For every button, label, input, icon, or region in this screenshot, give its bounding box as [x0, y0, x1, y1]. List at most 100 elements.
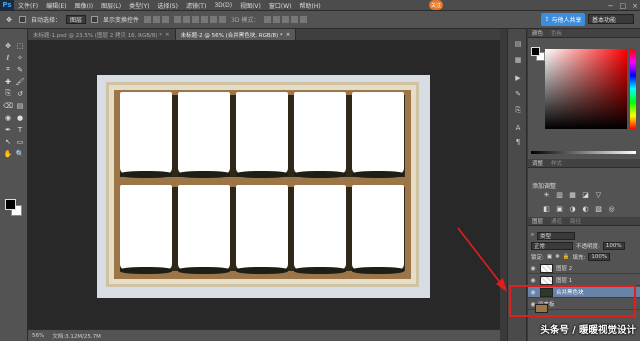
- menu-help[interactable]: 帮助(H): [296, 1, 325, 10]
- menu-window[interactable]: 窗口(W): [265, 1, 296, 10]
- pen-icon[interactable]: ✒: [3, 125, 13, 134]
- path-select-icon[interactable]: ↖: [3, 137, 13, 146]
- curves-icon[interactable]: ▦: [568, 191, 577, 199]
- marquee-icon[interactable]: ⬚: [15, 41, 25, 50]
- eyedropper-icon[interactable]: ✎: [15, 65, 25, 74]
- layer-kind-filter[interactable]: 类型: [537, 231, 576, 240]
- menu-image[interactable]: 图像(I): [71, 1, 97, 10]
- distribute-bottom-icon[interactable]: [192, 16, 200, 23]
- history-brush-icon[interactable]: ↺: [15, 89, 25, 98]
- color-ramp[interactable]: [531, 151, 636, 154]
- rotate-3d-icon[interactable]: [264, 16, 272, 23]
- tab-paths[interactable]: 路径: [566, 217, 585, 225]
- brush-icon[interactable]: 🖌: [15, 77, 25, 86]
- visibility-eye-icon[interactable]: ◉: [528, 277, 538, 284]
- color-lookup-icon[interactable]: ◎: [607, 205, 616, 213]
- properties-panel-icon[interactable]: ▦: [513, 55, 523, 65]
- tab-document-1[interactable]: 未标题-1.psd @ 23.5% (图层 2 拷贝 16, RGB/8) * ×: [28, 29, 176, 40]
- show-transform-checkbox[interactable]: [91, 16, 99, 23]
- menu-layer[interactable]: 图层(L): [97, 1, 125, 10]
- blur-icon[interactable]: ◉: [3, 113, 13, 122]
- foreground-color-swatch[interactable]: [5, 199, 16, 210]
- type-icon[interactable]: T: [15, 125, 25, 134]
- black-white-icon[interactable]: ◑: [568, 205, 577, 213]
- paragraph-panel-icon[interactable]: ¶: [513, 137, 523, 147]
- distribute-left-icon[interactable]: [201, 16, 209, 23]
- exposure-icon[interactable]: ◪: [581, 191, 590, 199]
- menu-3d[interactable]: 3D(D): [210, 2, 236, 9]
- brush-panel-icon[interactable]: ✎: [513, 89, 523, 99]
- layer-row-layer-2[interactable]: ◉ 图层 2: [528, 263, 640, 274]
- lock-position-icon[interactable]: ✥: [555, 254, 560, 260]
- hue-saturation-icon[interactable]: ◧: [542, 205, 551, 213]
- align-bottom-icon[interactable]: [162, 16, 170, 23]
- distribute-center-icon[interactable]: [210, 16, 218, 23]
- clone-stamp-icon[interactable]: ⎘: [3, 89, 13, 98]
- character-panel-icon[interactable]: A: [513, 123, 523, 133]
- menu-file[interactable]: 文件(F): [14, 1, 42, 10]
- distribute-middle-icon[interactable]: [183, 16, 191, 23]
- menu-filter[interactable]: 滤镜(T): [182, 1, 210, 10]
- eraser-icon[interactable]: ⌫: [3, 101, 13, 110]
- tab-layers[interactable]: 图层: [528, 217, 547, 225]
- auto-select-dropdown[interactable]: 图层: [66, 15, 87, 24]
- gradient-icon[interactable]: ▤: [15, 101, 25, 110]
- color-panel-fg-swatch[interactable]: [531, 47, 540, 56]
- menu-view[interactable]: 视图(V): [236, 1, 265, 10]
- clone-source-icon[interactable]: ⎘: [513, 105, 523, 115]
- share-button[interactable]: ⇪ 与他人共享: [541, 13, 585, 26]
- zoom-icon[interactable]: 🔍: [15, 149, 25, 158]
- menu-edit[interactable]: 编辑(E): [42, 1, 70, 10]
- photo-filter-icon[interactable]: ◐: [581, 205, 590, 213]
- minimize-icon[interactable]: −: [608, 2, 614, 10]
- lock-pixels-icon[interactable]: ▣: [547, 254, 552, 260]
- history-panel-icon[interactable]: ▤: [513, 39, 523, 49]
- vibrance-icon[interactable]: ▽: [594, 191, 603, 199]
- blend-mode-dropdown[interactable]: 正常: [531, 241, 573, 250]
- dodge-icon[interactable]: ●: [15, 113, 25, 122]
- menu-type[interactable]: 类型(Y): [125, 1, 153, 10]
- scale-3d-icon[interactable]: [300, 16, 308, 23]
- user-badge[interactable]: 关注: [429, 0, 443, 10]
- distribute-top-icon[interactable]: [174, 16, 182, 23]
- tab-swatches[interactable]: 色板: [547, 29, 566, 37]
- workspace-dropdown[interactable]: 基本功能: [588, 14, 634, 24]
- canvas-area[interactable]: [28, 40, 500, 329]
- color-picker-field[interactable]: [545, 49, 627, 129]
- drag-3d-icon[interactable]: [282, 16, 290, 23]
- maximize-icon[interactable]: □: [620, 2, 627, 10]
- move-icon[interactable]: ✥: [3, 41, 13, 50]
- channel-mixer-icon[interactable]: ▧: [594, 205, 603, 213]
- tab-color[interactable]: 颜色: [528, 29, 547, 37]
- distribute-right-icon[interactable]: [219, 16, 227, 23]
- roll-3d-icon[interactable]: [273, 16, 281, 23]
- tab-styles[interactable]: 样式: [547, 159, 566, 167]
- healing-brush-icon[interactable]: ✚: [3, 77, 13, 86]
- shape-icon[interactable]: ▭: [15, 137, 25, 146]
- tab-adjustments[interactable]: 调整: [528, 159, 547, 167]
- levels-icon[interactable]: ▥: [555, 191, 564, 199]
- close-icon[interactable]: ×: [632, 2, 638, 10]
- close-tab-icon[interactable]: ×: [286, 32, 291, 38]
- align-top-icon[interactable]: [144, 16, 152, 23]
- close-tab-icon[interactable]: ×: [165, 32, 170, 38]
- hand-icon[interactable]: ✋: [3, 149, 13, 158]
- slide-3d-icon[interactable]: [291, 16, 299, 23]
- fill-input[interactable]: 100%: [588, 252, 611, 261]
- tab-channels[interactable]: 通道: [547, 217, 566, 225]
- color-balance-icon[interactable]: ▣: [555, 205, 564, 213]
- lasso-icon[interactable]: ℓ: [3, 53, 13, 62]
- brightness-icon[interactable]: ☀: [542, 191, 551, 199]
- magic-wand-icon[interactable]: ✧: [15, 53, 25, 62]
- visibility-eye-icon[interactable]: ◉: [528, 265, 538, 272]
- actions-panel-icon[interactable]: ▶: [513, 73, 523, 83]
- align-middle-icon[interactable]: [153, 16, 161, 23]
- zoom-level[interactable]: 56%: [32, 333, 44, 339]
- crop-icon[interactable]: ⌗: [3, 65, 13, 74]
- move-tool-preset-icon[interactable]: ✥: [4, 15, 14, 24]
- tab-document-2[interactable]: 未标题-2 @ 56% (合并黑色块, RGB/8) * ×: [175, 29, 297, 40]
- opacity-input[interactable]: 100%: [602, 241, 625, 250]
- menu-select[interactable]: 选择(S): [153, 1, 182, 10]
- auto-select-checkbox[interactable]: [19, 16, 26, 23]
- hue-slider[interactable]: [630, 49, 636, 129]
